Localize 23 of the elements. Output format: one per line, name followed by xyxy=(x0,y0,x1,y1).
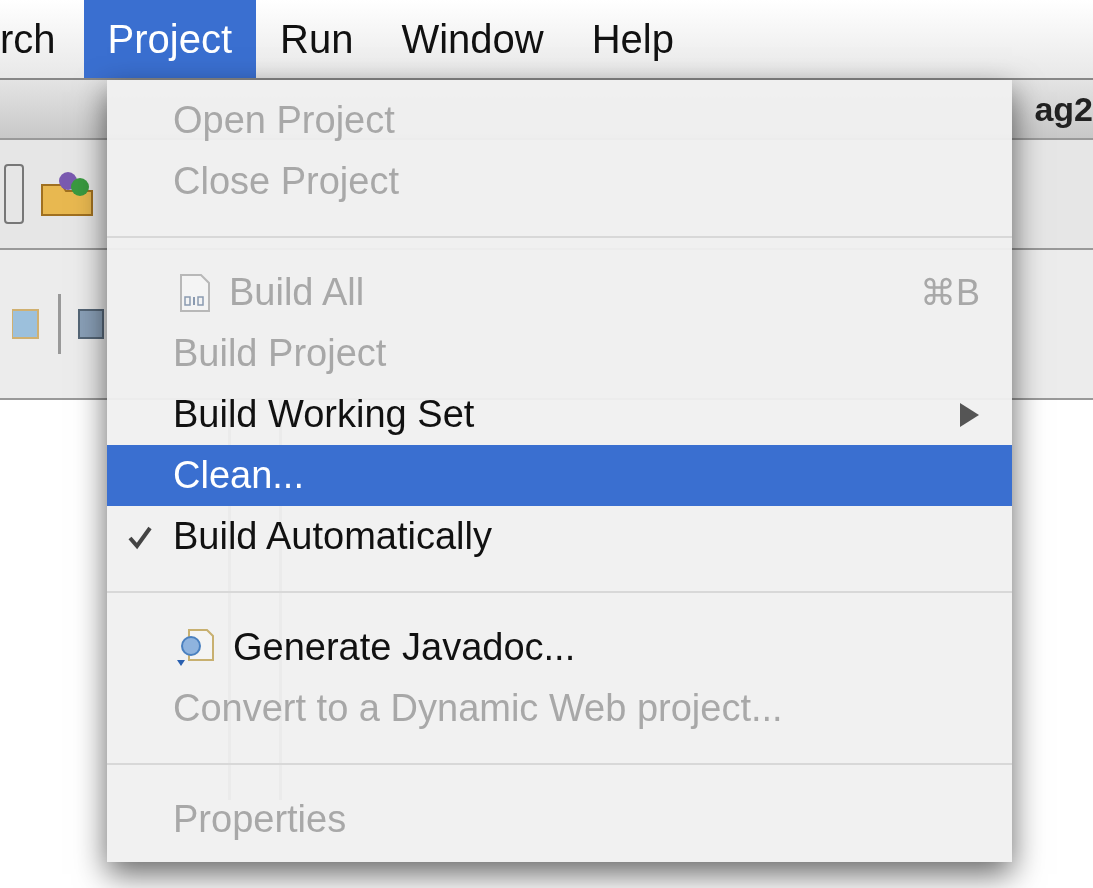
menu-item[interactable]: Generate Javadoc... xyxy=(107,617,1012,678)
menu-bar-item[interactable]: Project xyxy=(83,0,257,78)
menu-item-label: Properties xyxy=(173,797,347,842)
menu-item-label: Close Project xyxy=(173,159,399,204)
menu-bar-item[interactable]: rch xyxy=(0,0,84,78)
menu-item-label: Convert to a Dynamic Web project... xyxy=(173,686,783,731)
window-title: ag2 xyxy=(1034,88,1093,130)
shortcut-label: ⌘B xyxy=(920,270,980,315)
menu-item-label: Build Automatically xyxy=(173,514,492,559)
menu-bar-item[interactable]: Window xyxy=(377,0,568,78)
menu-item[interactable]: Build Working Set xyxy=(107,384,1012,445)
submenu-arrow-icon xyxy=(958,401,980,428)
menu-bar-item[interactable]: Run xyxy=(256,0,378,78)
menu-item-label: Build Project xyxy=(173,331,387,376)
menu-item-label: Build All xyxy=(229,270,365,315)
menu-item[interactable]: Build Automatically xyxy=(107,506,1012,567)
toolbar-button[interactable] xyxy=(4,164,24,224)
menu-item[interactable]: Clean... xyxy=(107,445,1012,506)
menu-item-label: Clean... xyxy=(173,453,304,498)
menu-item-label: Build Working Set xyxy=(173,392,475,437)
menu-bar-item[interactable]: Help xyxy=(567,0,698,78)
menu-item-label: Open Project xyxy=(173,98,395,143)
menu-item-label: Generate Javadoc... xyxy=(233,625,576,670)
